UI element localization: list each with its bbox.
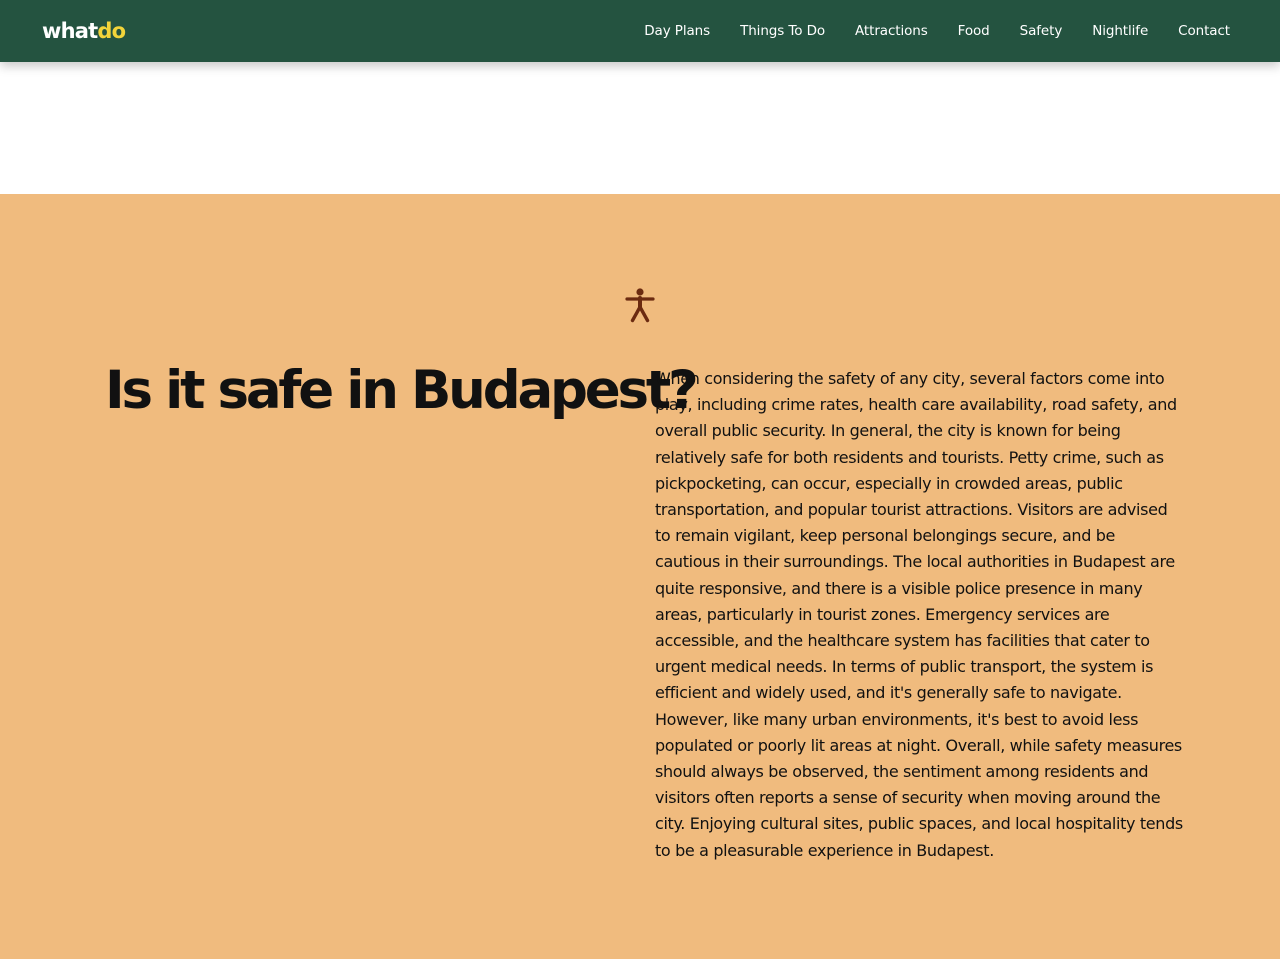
top-navbar: whatdo Day Plans Things To Do Attraction…: [0, 0, 1280, 62]
accessibility-person-icon: [625, 288, 655, 323]
section-title: Is it safe in Budapest?: [105, 360, 699, 421]
logo-text-do: do: [97, 19, 126, 43]
nav-link-attractions[interactable]: Attractions: [855, 23, 928, 39]
nav-link-safety[interactable]: Safety: [1020, 23, 1063, 39]
white-spacer: [0, 62, 1280, 194]
nav-link-contact[interactable]: Contact: [1178, 23, 1230, 39]
main-nav: Day Plans Things To Do Attractions Food …: [614, 23, 1230, 39]
site-logo[interactable]: whatdo: [42, 19, 126, 43]
safety-section: Is it safe in Budapest? When considering…: [0, 194, 1280, 959]
nav-link-nightlife[interactable]: Nightlife: [1092, 23, 1148, 39]
nav-link-things-to-do[interactable]: Things To Do: [740, 23, 825, 39]
logo-text-what: what: [42, 19, 98, 43]
section-body-text: When considering the safety of any city,…: [655, 369, 1183, 860]
nav-link-food[interactable]: Food: [958, 23, 990, 39]
nav-link-day-plans[interactable]: Day Plans: [644, 23, 710, 39]
